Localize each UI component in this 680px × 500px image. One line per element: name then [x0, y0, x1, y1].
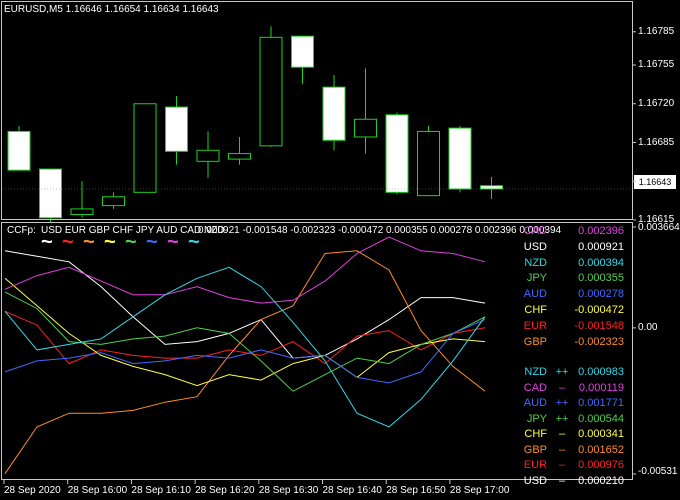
series-line-chf — [4, 277, 486, 387]
series-line-gbp — [4, 250, 486, 474]
candle-body — [291, 35, 314, 68]
candle-body — [385, 114, 409, 193]
series-line-aud — [4, 319, 486, 384]
series-line-jpy — [4, 291, 486, 392]
candle-body — [259, 36, 283, 147]
candle-body — [133, 103, 157, 193]
candle-body — [39, 168, 62, 219]
candle-body — [417, 130, 440, 197]
candle-body — [228, 153, 251, 160]
chart-canvas — [2, 26, 636, 484]
candle-body — [196, 149, 220, 162]
candle-body — [165, 106, 188, 152]
series-line-cad — [4, 236, 486, 304]
candle-body — [322, 86, 346, 141]
candle-body — [480, 185, 503, 190]
candle-body — [354, 118, 377, 138]
candle-body — [7, 130, 31, 171]
candle-body — [70, 208, 94, 215]
candle-body — [448, 127, 472, 190]
candle-body — [102, 196, 125, 207]
